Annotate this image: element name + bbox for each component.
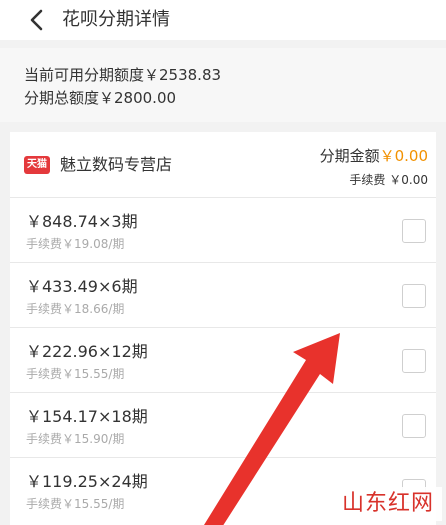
installment-card: 天猫 魅立数码专营店 分期金额￥0.00 手续费 ￥0.00 ￥848.74×3… xyxy=(10,132,436,525)
plan-checkbox[interactable] xyxy=(402,414,426,438)
available-quota-text: 当前可用分期额度￥2538.83 xyxy=(24,66,222,84)
plan-amount: ￥433.49×6期 xyxy=(26,277,138,296)
plan-fee: 手续费￥15.90/期 xyxy=(26,432,125,446)
quota-summary: 当前可用分期额度￥2538.83 分期总额度￥2800.00 xyxy=(0,48,446,122)
fee-summary: 手续费 ￥0.00 xyxy=(349,172,428,188)
plan-amount: ￥154.17×18期 xyxy=(26,407,148,426)
store-name: 魅立数码专营店 xyxy=(60,155,173,174)
installment-amount: 分期金额￥0.00 xyxy=(320,146,428,166)
installment-amount-label: 分期金额 xyxy=(319,147,380,165)
plan-fee: 手续费￥15.55/期 xyxy=(26,497,125,511)
tmall-icon: 天猫 xyxy=(24,156,50,174)
installment-amount-value: ￥0.00 xyxy=(379,147,428,165)
plan-checkbox[interactable] xyxy=(402,349,426,373)
plan-amount: ￥119.25×24期 xyxy=(26,472,148,491)
plan-row-3[interactable]: ￥848.74×3期 手续费￥19.08/期 xyxy=(10,198,436,263)
fee-label: 手续费 xyxy=(349,173,386,187)
plan-fee: 手续费￥19.08/期 xyxy=(26,237,125,251)
store-header: 天猫 魅立数码专营店 分期金额￥0.00 手续费 ￥0.00 xyxy=(10,132,436,198)
installment-details-page: 花呗分期详情 当前可用分期额度￥2538.83 分期总额度￥2800.00 天猫… xyxy=(0,0,446,525)
fee-value: ￥0.00 xyxy=(389,173,428,187)
watermark-logo: 山东红网 xyxy=(333,487,442,521)
plan-checkbox[interactable] xyxy=(402,219,426,243)
plan-row-18[interactable]: ￥154.17×18期 手续费￥15.90/期 xyxy=(10,393,436,458)
chevron-left-icon[interactable] xyxy=(26,8,48,32)
plan-fee: 手续费￥15.55/期 xyxy=(26,367,125,381)
total-quota-text: 分期总额度￥2800.00 xyxy=(24,89,177,107)
page-title: 花呗分期详情 xyxy=(62,9,170,30)
plan-amount: ￥222.96×12期 xyxy=(26,342,148,361)
plan-row-12[interactable]: ￥222.96×12期 手续费￥15.55/期 xyxy=(10,328,436,393)
plan-fee: 手续费￥18.66/期 xyxy=(26,302,125,316)
plan-row-6[interactable]: ￥433.49×6期 手续费￥18.66/期 xyxy=(10,263,436,328)
plan-amount: ￥848.74×3期 xyxy=(26,212,138,231)
top-nav-bar: 花呗分期详情 xyxy=(0,0,446,40)
plan-checkbox[interactable] xyxy=(402,284,426,308)
